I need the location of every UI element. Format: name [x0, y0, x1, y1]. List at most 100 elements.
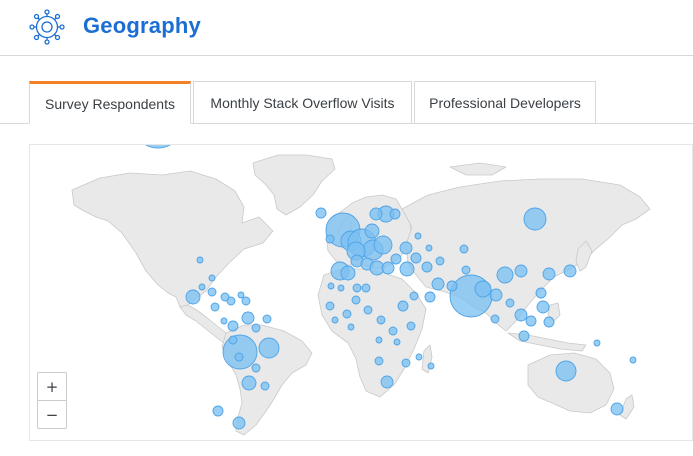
respondent-bubble[interactable] [490, 314, 500, 324]
respondent-bubble[interactable] [496, 266, 514, 284]
respondent-bubble[interactable] [409, 291, 419, 301]
respondent-bubble[interactable] [523, 207, 547, 231]
respondent-bubble[interactable] [337, 284, 345, 292]
tab-monthly-visits[interactable]: Monthly Stack Overflow Visits [193, 81, 412, 124]
respondent-bubble[interactable] [210, 302, 220, 312]
world-bubble-map[interactable] [30, 145, 693, 441]
landmass-africa [317, 268, 427, 398]
landmass-north-america [71, 170, 274, 308]
respondent-bubble[interactable] [228, 335, 238, 345]
respondent-bubble[interactable] [234, 352, 244, 362]
respondent-bubble[interactable] [415, 353, 423, 361]
respondent-bubble[interactable] [347, 323, 355, 331]
respondent-bubble[interactable] [514, 308, 528, 322]
respondent-bubble[interactable] [446, 280, 458, 292]
respondent-bubble[interactable] [220, 292, 230, 302]
respondent-bubble[interactable] [227, 320, 239, 332]
respondent-bubble[interactable] [133, 145, 183, 149]
respondent-bubble[interactable] [198, 283, 206, 291]
respondent-bubble[interactable] [543, 316, 555, 328]
respondent-bubble[interactable] [393, 338, 401, 346]
respondent-bubble[interactable] [369, 207, 383, 221]
respondent-bubble[interactable] [514, 264, 528, 278]
respondent-bubble[interactable] [399, 261, 415, 277]
respondent-bubble[interactable] [262, 314, 272, 324]
respondent-bubble[interactable] [629, 356, 637, 364]
respondent-bubble[interactable] [536, 300, 550, 314]
respondent-bubble[interactable] [414, 232, 422, 240]
respondent-bubble[interactable] [376, 315, 386, 325]
respondent-bubble[interactable] [327, 282, 335, 290]
respondent-bubble[interactable] [185, 289, 201, 305]
respondent-bubble[interactable] [342, 309, 352, 319]
respondent-bubble[interactable] [241, 311, 255, 325]
respondent-bubble[interactable] [196, 256, 204, 264]
tab-bar: Survey Respondents Monthly Stack Overflo… [0, 81, 693, 124]
respondent-bubble[interactable] [374, 356, 384, 366]
respondent-bubble[interactable] [427, 362, 435, 370]
respondent-bubble[interactable] [237, 291, 245, 299]
respondent-bubble[interactable] [220, 317, 228, 325]
respondent-bubble[interactable] [315, 207, 327, 219]
landmass-arctic-islands [449, 162, 507, 176]
respondent-bubble[interactable] [410, 252, 422, 264]
landmass-asia [401, 178, 651, 332]
respondent-bubble[interactable] [331, 316, 339, 324]
zoom-out-button[interactable]: − [38, 401, 66, 428]
respondent-bubble[interactable] [518, 330, 530, 342]
respondent-bubble[interactable] [212, 405, 224, 417]
respondent-bubble[interactable] [563, 264, 577, 278]
respondent-bubble[interactable] [364, 223, 380, 239]
respondent-bubble[interactable] [525, 315, 537, 327]
respondent-bubble[interactable] [325, 301, 335, 311]
respondent-bubble[interactable] [435, 256, 445, 266]
respondent-bubble[interactable] [361, 283, 371, 293]
respondent-bubble[interactable] [461, 265, 471, 275]
respondent-bubble[interactable] [424, 291, 436, 303]
landmass-greenland [252, 154, 336, 216]
respondent-bubble[interactable] [352, 283, 362, 293]
respondent-bubble[interactable] [489, 288, 503, 302]
respondent-bubble[interactable] [505, 298, 515, 308]
respondent-bubble[interactable] [425, 244, 433, 252]
zoom-in-button[interactable]: + [38, 373, 66, 400]
tab-professional-developers[interactable]: Professional Developers [414, 81, 596, 124]
respondent-bubble[interactable] [399, 241, 413, 255]
respondent-bubble[interactable] [222, 334, 258, 370]
respondent-bubble[interactable] [390, 253, 402, 265]
respondent-bubble[interactable] [351, 295, 361, 305]
respondent-bubble[interactable] [555, 360, 577, 382]
respondent-bubble[interactable] [363, 305, 373, 315]
respondent-bubble[interactable] [241, 375, 257, 391]
respondent-bubble[interactable] [375, 336, 383, 344]
respondent-bubble[interactable] [406, 321, 416, 331]
respondent-bubble[interactable] [459, 244, 469, 254]
respondent-bubble[interactable] [258, 337, 280, 359]
respondent-bubble[interactable] [251, 323, 261, 333]
respondent-bubble[interactable] [373, 235, 393, 255]
respondent-bubble[interactable] [381, 261, 395, 275]
respondent-bubble[interactable] [421, 261, 433, 273]
map-panel[interactable] [29, 144, 693, 441]
respondent-bubble[interactable] [397, 300, 409, 312]
respondent-bubble[interactable] [251, 363, 261, 373]
respondent-bubble[interactable] [401, 358, 411, 368]
respondent-bubble[interactable] [388, 326, 398, 336]
respondent-bubble[interactable] [260, 381, 270, 391]
respondent-bubble[interactable] [340, 265, 356, 281]
tab-survey-respondents[interactable]: Survey Respondents [29, 81, 191, 124]
respondent-bubble[interactable] [207, 287, 217, 297]
geography-page: Geography Survey Respondents Monthly Sta… [0, 0, 693, 456]
respondent-bubble[interactable] [389, 208, 401, 220]
respondent-bubble[interactable] [232, 416, 246, 430]
respondent-bubble[interactable] [535, 287, 547, 299]
respondent-bubble[interactable] [325, 234, 335, 244]
respondent-bubble[interactable] [431, 277, 445, 291]
respondent-bubble[interactable] [593, 339, 601, 347]
respondent-bubble[interactable] [474, 280, 492, 298]
respondent-bubble[interactable] [380, 375, 394, 389]
respondent-bubble[interactable] [542, 267, 556, 281]
respondent-bubble[interactable] [610, 402, 624, 416]
respondent-bubble[interactable] [241, 296, 251, 306]
respondent-bubble[interactable] [208, 274, 216, 282]
